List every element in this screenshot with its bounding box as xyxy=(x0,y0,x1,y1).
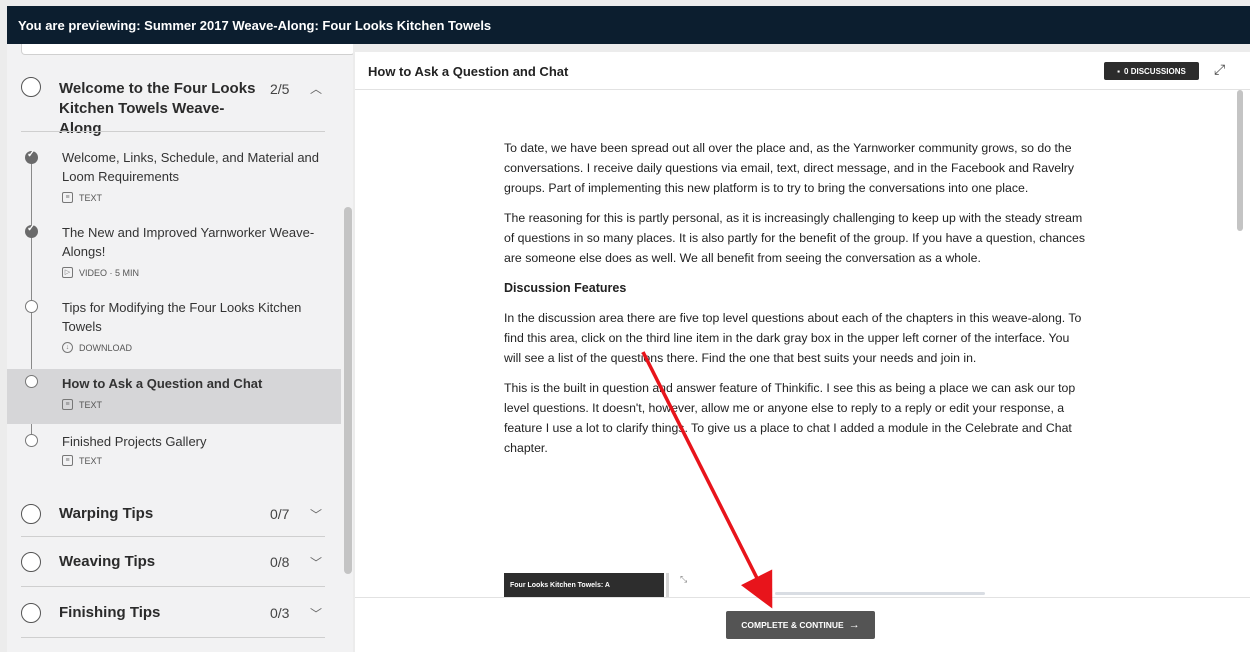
video-icon: ▷ xyxy=(62,267,73,278)
complete-continue-button[interactable]: COMPLETE & CONTINUE → xyxy=(726,611,875,639)
lesson-type-label: DOWNLOAD xyxy=(79,342,133,353)
text-doc-icon: ≡ xyxy=(62,455,73,466)
download-cloud-icon: ↓ xyxy=(62,342,73,353)
lesson-article: To date, we have been spread out all ove… xyxy=(504,138,1089,468)
text-doc-icon: ≡ xyxy=(62,192,73,203)
article-paragraph: The reasoning for this is partly persona… xyxy=(504,211,1086,265)
lesson-new-improved[interactable]: The New and Improved Yarnworker Weave-Al… xyxy=(7,219,341,281)
incomplete-circle-icon xyxy=(25,375,38,388)
chapter-title: Warping Tips xyxy=(59,505,154,522)
chapter-title: Finishing Tips xyxy=(59,604,161,621)
lesson-type-label: TEXT xyxy=(79,399,103,410)
embedded-preview-image: Four Looks Kitchen Towels: A xyxy=(504,573,664,597)
chapter-count: 0/3 xyxy=(270,605,290,621)
lesson-meta: ≡ TEXT xyxy=(62,192,102,203)
chapter-count: 0/7 xyxy=(270,506,290,522)
lesson-meta: ≡ TEXT xyxy=(62,399,102,410)
article-paragraph: In the discussion area there are five to… xyxy=(504,311,1082,365)
lesson-header: How to Ask a Question and Chat ▪ 0 DISCU… xyxy=(355,52,1250,90)
divider xyxy=(21,131,325,132)
sidebar-scrollbar[interactable] xyxy=(344,207,352,574)
lesson-title: Welcome, Links, Schedule, and Material a… xyxy=(62,150,320,184)
chapter-progress-ring-icon xyxy=(21,77,41,97)
chat-bubble-icon: ▪ xyxy=(1117,66,1121,76)
lesson-how-to-ask[interactable]: How to Ask a Question and Chat ≡ TEXT xyxy=(7,369,341,424)
preview-banner-title: You are previewing: Summer 2017 Weave-Al… xyxy=(18,17,492,33)
preview-faded-text xyxy=(775,592,985,595)
discussions-button[interactable]: ▪ 0 DISCUSSIONS xyxy=(1104,62,1199,80)
chapter-progress-ring-icon xyxy=(21,552,41,572)
completed-check-icon xyxy=(25,223,38,238)
divider xyxy=(21,536,325,537)
lesson-title: Finished Projects Gallery xyxy=(62,434,207,449)
lesson-type-label: VIDEO · 5 MIN xyxy=(79,267,140,278)
chevron-up-icon[interactable]: ︿ xyxy=(310,80,322,97)
chapter-progress-ring-icon xyxy=(21,504,41,524)
incomplete-circle-icon xyxy=(25,434,38,447)
lesson-finished-gallery[interactable]: Finished Projects Gallery ≡ TEXT xyxy=(7,429,341,479)
chapter-progress-ring-icon xyxy=(21,603,41,623)
lesson-title: The New and Improved Yarnworker Weave-Al… xyxy=(62,225,315,259)
lesson-title: Tips for Modifying the Four Looks Kitche… xyxy=(62,300,302,334)
lesson-type-label: TEXT xyxy=(79,192,103,203)
resize-icon[interactable]: ⤡ xyxy=(680,574,687,585)
lesson-meta: ↓ DOWNLOAD xyxy=(62,342,132,353)
chevron-down-icon[interactable]: ﹀ xyxy=(310,605,322,622)
chevron-down-icon[interactable]: ﹀ xyxy=(310,506,322,523)
lesson-heading: How to Ask a Question and Chat xyxy=(368,64,569,79)
article-paragraph: This is the built in question and answer… xyxy=(504,381,1076,455)
sidebar-search-box[interactable] xyxy=(21,44,353,55)
article-subheading: Discussion Features xyxy=(504,281,627,295)
preview-banner: You are previewing: Summer 2017 Weave-Al… xyxy=(7,6,1250,44)
arrow-right-icon: → xyxy=(848,619,860,631)
chevron-down-icon[interactable]: ﹀ xyxy=(310,554,322,571)
lesson-meta: ≡ TEXT xyxy=(62,455,102,466)
course-sidebar: Welcome to the Four Looks Kitchen Towels… xyxy=(7,44,353,652)
lesson-meta: ▷ VIDEO · 5 MIN xyxy=(62,267,139,278)
content-scrollbar[interactable] xyxy=(1237,90,1243,231)
discussions-label: 0 DISCUSSIONS xyxy=(1124,66,1186,76)
text-doc-icon: ≡ xyxy=(62,399,73,410)
divider xyxy=(21,637,325,638)
lesson-type-label: TEXT xyxy=(79,455,103,466)
chapter-title: Welcome to the Four Looks Kitchen Towels… xyxy=(59,80,256,137)
completed-check-icon xyxy=(25,149,38,164)
lesson-footer: COMPLETE & CONTINUE → xyxy=(355,597,1250,652)
chapter-count: 0/8 xyxy=(270,554,290,570)
expand-fullscreen-icon[interactable]: ⤢ xyxy=(1214,61,1225,78)
incomplete-circle-icon xyxy=(25,300,38,313)
divider xyxy=(21,586,325,587)
continue-label: COMPLETE & CONTINUE xyxy=(741,620,844,630)
lesson-content-panel: How to Ask a Question and Chat ▪ 0 DISCU… xyxy=(355,52,1250,652)
preview-caption: Four Looks Kitchen Towels: A xyxy=(510,582,610,589)
preview-divider xyxy=(666,573,669,597)
chapter-title: Weaving Tips xyxy=(59,553,156,570)
lesson-title: How to Ask a Question and Chat xyxy=(62,376,263,391)
lesson-welcome-links[interactable]: Welcome, Links, Schedule, and Material a… xyxy=(7,144,341,206)
article-paragraph: To date, we have been spread out all ove… xyxy=(504,141,1075,195)
lesson-tips-modifying[interactable]: Tips for Modifying the Four Looks Kitche… xyxy=(7,294,341,356)
chapter-count: 2/5 xyxy=(270,81,290,97)
